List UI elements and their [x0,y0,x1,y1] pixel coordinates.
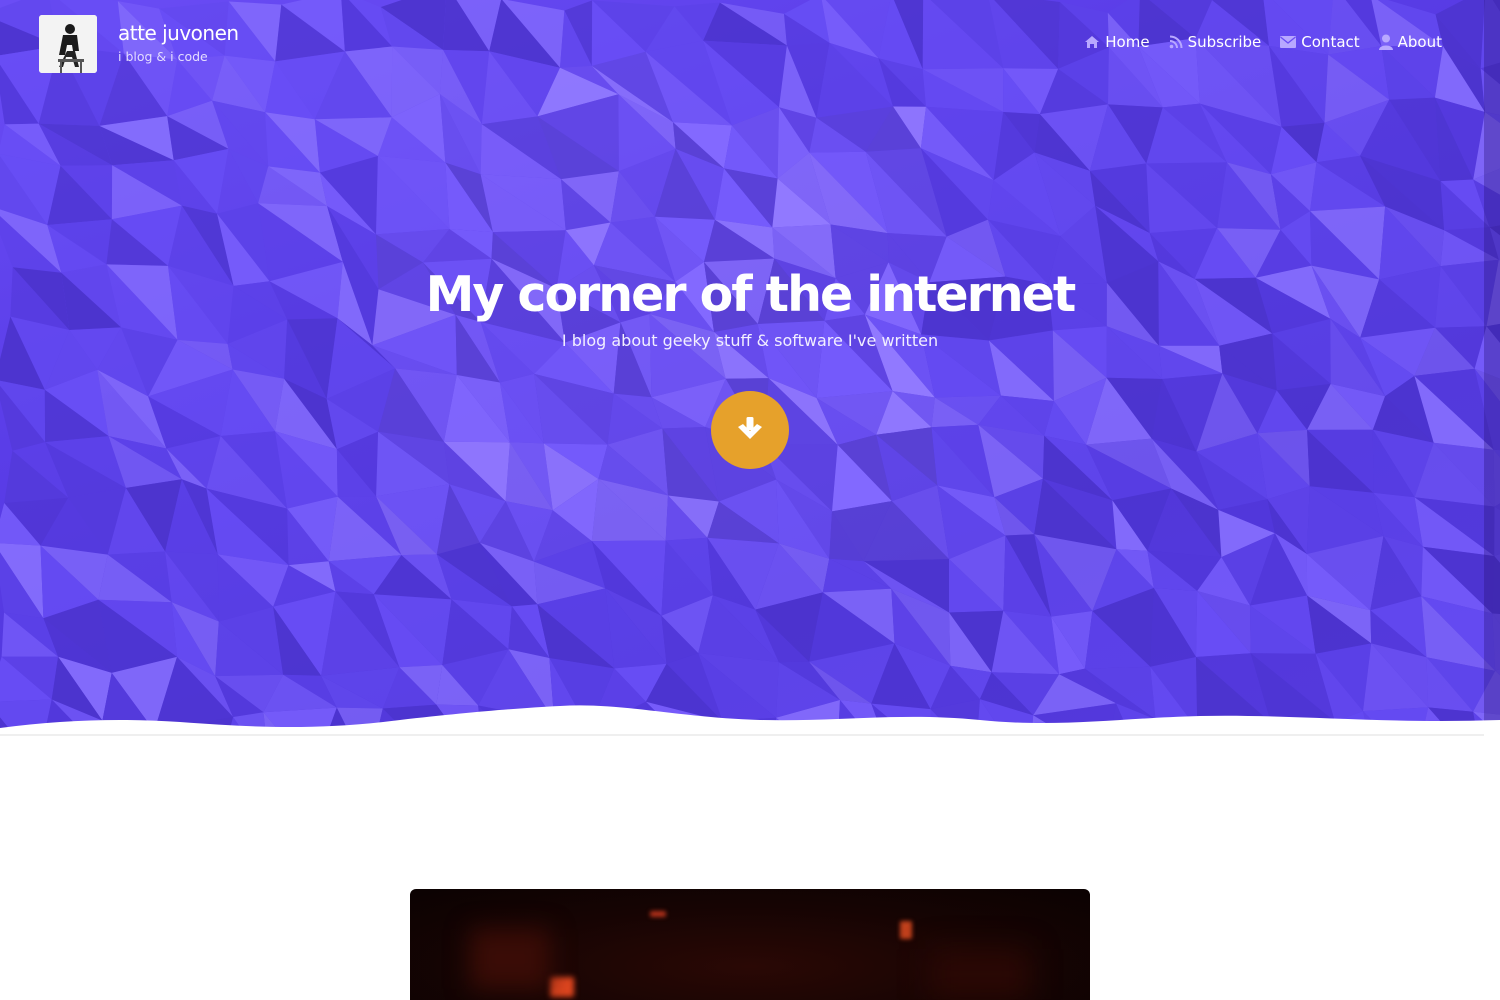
hero-section: atte juvonen i blog & i code Home Subscr… [0,0,1500,740]
nav-about-label: About [1397,33,1442,51]
arrow-down-icon [734,412,766,448]
avatar[interactable] [39,15,97,73]
nav-item-about[interactable]: About [1378,33,1442,51]
rss-icon [1169,35,1183,49]
hero-title: My corner of the internet [425,266,1077,323]
nav-contact-label: Contact [1301,33,1360,51]
user-icon [1378,34,1393,50]
nav-home-label: Home [1105,33,1150,51]
envelope-icon [1280,36,1297,48]
scrollbar[interactable] [1484,0,1500,722]
home-icon [1084,35,1100,49]
scroll-down-button[interactable] [711,391,789,469]
hero-subtitle: I blog about geeky stuff & software I've… [561,331,939,350]
nav-item-home[interactable]: Home [1084,33,1150,51]
site-name[interactable]: atte juvonen [118,21,239,45]
main-nav: Home Subscribe Contact About [1084,33,1442,51]
nav-subscribe-label: Subscribe [1187,33,1262,51]
nav-item-contact[interactable]: Contact [1280,33,1360,51]
site-tagline: i blog & i code [118,49,208,64]
hero-background-pattern [0,0,1500,740]
hero-wave-divider [0,705,1500,740]
featured-post-image[interactable] [410,889,1090,1000]
nav-item-subscribe[interactable]: Subscribe [1169,33,1262,51]
section-divider [0,734,1484,736]
